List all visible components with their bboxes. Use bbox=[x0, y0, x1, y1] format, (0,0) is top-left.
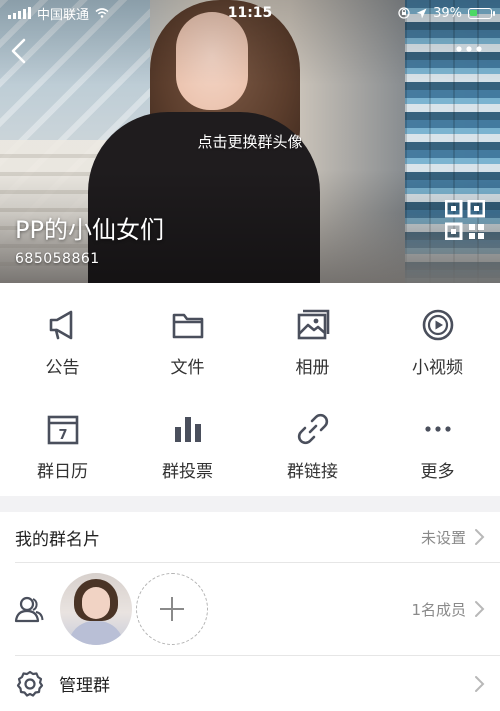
chevron-right-icon bbox=[475, 529, 485, 545]
manage-group-row[interactable]: 管理群 bbox=[0, 656, 500, 711]
signal-icon bbox=[8, 7, 31, 19]
feature-grid: 公告 文件 相册 小视频 7 群日历 群投票 群链接 更多 bbox=[0, 283, 500, 496]
my-group-card-row[interactable]: 我的群名片 未设置 bbox=[0, 512, 500, 562]
link-icon bbox=[297, 413, 328, 445]
feature-files[interactable]: 文件 bbox=[125, 283, 250, 387]
my-group-card-title: 我的群名片 bbox=[15, 529, 100, 550]
group-id: 685058861 bbox=[15, 251, 100, 267]
feature-label: 群日历 bbox=[37, 462, 88, 482]
feature-vote[interactable]: 群投票 bbox=[125, 387, 250, 491]
battery-percent: 39% bbox=[433, 5, 462, 21]
gear-icon bbox=[16, 670, 44, 697]
feature-label: 群链接 bbox=[287, 462, 338, 482]
manage-group-title: 管理群 bbox=[59, 676, 110, 696]
calendar-icon: 7 bbox=[47, 415, 78, 445]
status-time: 11:15 bbox=[227, 5, 273, 21]
group-settings-list: 我的群名片 未设置 1名成员 管理群 bbox=[0, 512, 500, 711]
qr-code-icon[interactable] bbox=[445, 200, 485, 240]
location-arrow-icon bbox=[416, 8, 427, 18]
photo-album-icon bbox=[297, 309, 329, 340]
members-icon bbox=[14, 596, 44, 623]
feature-short-video[interactable]: 小视频 bbox=[375, 283, 500, 387]
bar-chart-icon bbox=[174, 417, 201, 442]
orientation-lock-icon bbox=[398, 7, 410, 19]
group-name[interactable]: PP的小仙女们 bbox=[15, 210, 164, 245]
feature-calendar[interactable]: 7 群日历 bbox=[0, 387, 125, 491]
calendar-day: 7 bbox=[58, 428, 67, 443]
megaphone-icon bbox=[49, 310, 72, 340]
change-avatar-hint[interactable]: 点击更换群头像 bbox=[0, 131, 500, 152]
group-header: 中国联通 11:15 39% 点击更换群头像 PP的小仙女们 685058861 bbox=[0, 0, 500, 283]
feature-album[interactable]: 相册 bbox=[250, 283, 375, 387]
feature-label: 文件 bbox=[170, 358, 205, 378]
member-count: 1名成员 bbox=[411, 600, 466, 619]
member-avatar[interactable] bbox=[60, 573, 132, 645]
battery-icon bbox=[468, 7, 495, 19]
my-group-card-value: 未设置 bbox=[420, 528, 466, 547]
feature-label: 更多 bbox=[420, 462, 455, 482]
feature-label: 群投票 bbox=[162, 462, 213, 482]
more-dots-icon bbox=[424, 426, 451, 432]
chevron-right-icon bbox=[475, 675, 485, 692]
feature-announcement[interactable]: 公告 bbox=[0, 283, 125, 387]
back-chevron-icon[interactable] bbox=[6, 36, 32, 66]
carrier-name: 中国联通 bbox=[37, 7, 90, 23]
more-options-icon[interactable] bbox=[454, 40, 484, 58]
feature-group-link[interactable]: 群链接 bbox=[250, 387, 375, 491]
folder-icon bbox=[172, 313, 203, 339]
add-member-button[interactable] bbox=[136, 573, 208, 645]
members-row[interactable]: 1名成员 bbox=[0, 563, 500, 655]
status-bar: 中国联通 11:15 39% bbox=[0, 0, 500, 26]
feature-label: 公告 bbox=[45, 358, 80, 378]
feature-label: 小视频 bbox=[412, 358, 463, 378]
plus-icon bbox=[160, 597, 184, 621]
video-icon bbox=[422, 309, 453, 341]
feature-label: 相册 bbox=[295, 358, 330, 378]
chevron-right-icon bbox=[475, 601, 485, 617]
battery-fill bbox=[470, 9, 477, 16]
feature-more[interactable]: 更多 bbox=[375, 387, 500, 491]
wifi-icon bbox=[95, 8, 109, 18]
